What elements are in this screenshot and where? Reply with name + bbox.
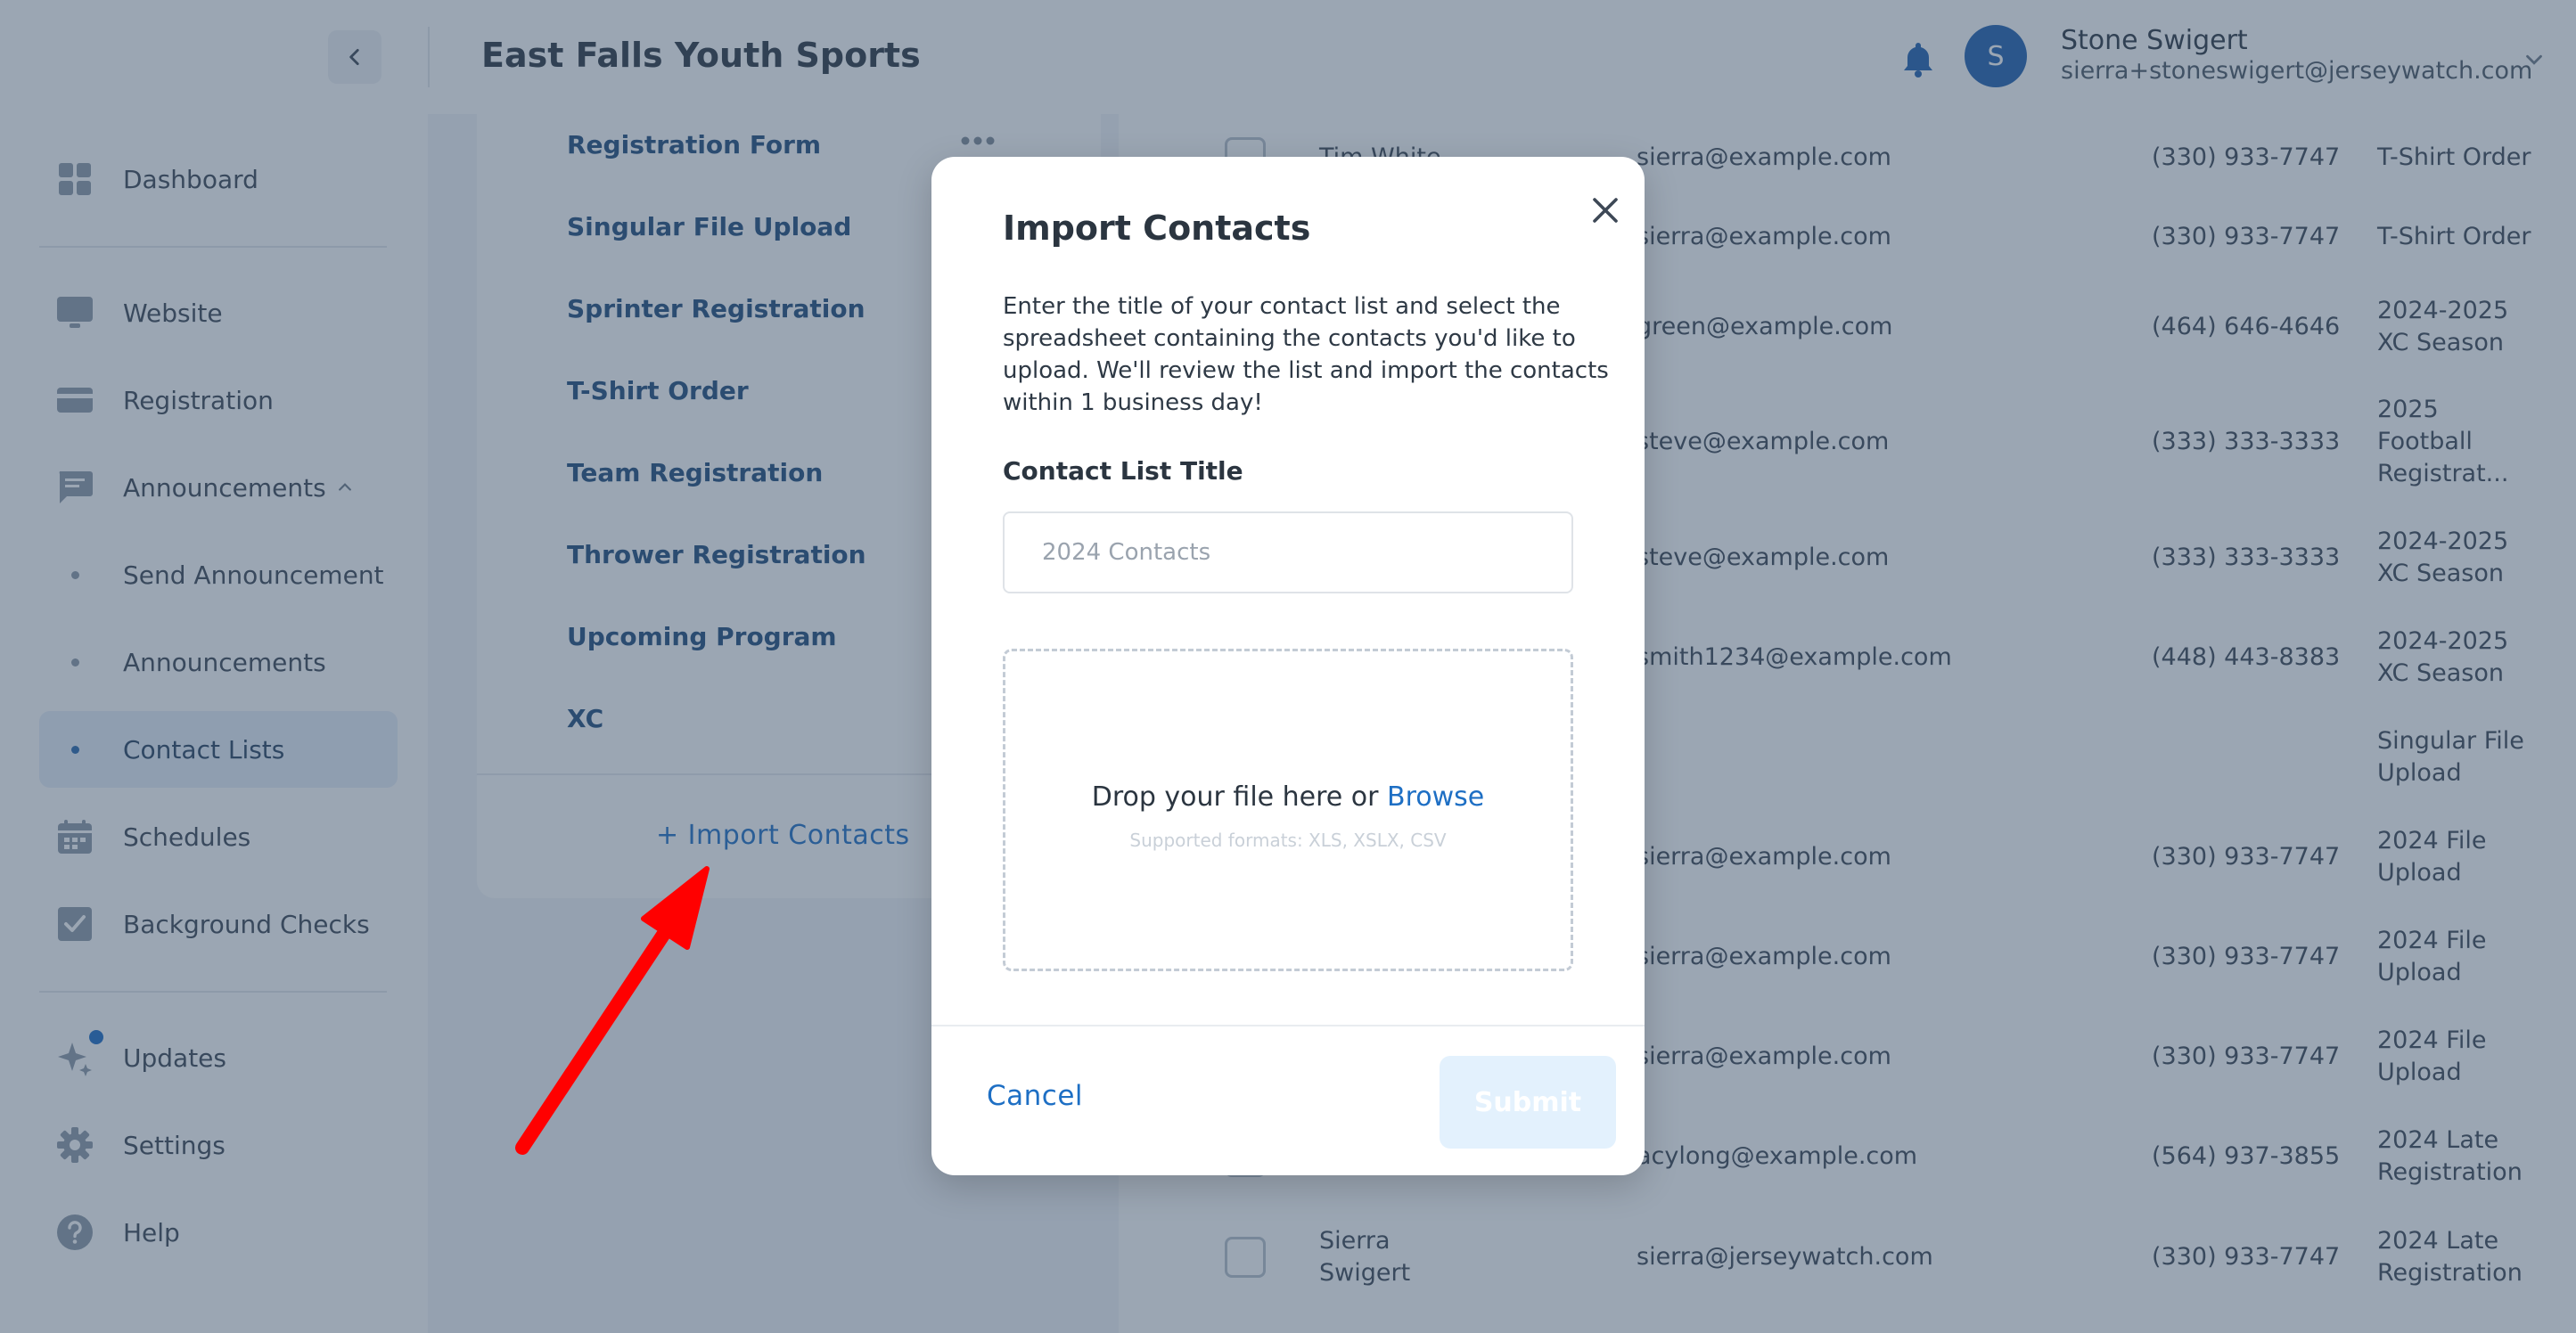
supported-formats: Supported formats: XLS, XSLX, CSV — [1129, 830, 1447, 851]
dropzone-text: Drop your file here or Browse — [1005, 781, 1571, 813]
close-button[interactable] — [1579, 184, 1632, 237]
modal-title: Import Contacts — [1003, 209, 1311, 248]
submit-button[interactable]: Submit — [1440, 1056, 1616, 1149]
field-label: Contact List Title — [1003, 456, 1243, 486]
divider — [931, 1025, 1645, 1026]
browse-link[interactable]: Browse — [1387, 781, 1484, 813]
cancel-button[interactable]: Cancel — [987, 1080, 1083, 1112]
modal-description: Enter the title of your contact list and… — [1003, 293, 1609, 416]
dropzone-label: Drop your file here or — [1091, 781, 1379, 813]
import-contacts-modal: Import Contacts Enter the title of your … — [931, 157, 1645, 1175]
contact-list-title-input[interactable] — [1003, 511, 1573, 593]
close-icon — [1593, 198, 1618, 223]
file-dropzone[interactable]: Drop your file here or Browse Supported … — [1003, 649, 1573, 971]
